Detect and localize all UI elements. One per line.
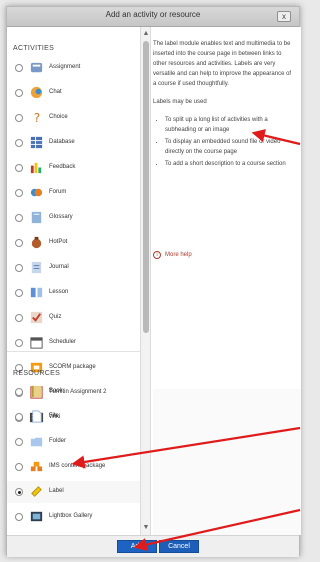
- module-list: ACTIVITIES Assignment Chat? Choice Database…: [7, 27, 141, 535]
- module-radio[interactable]: [15, 339, 23, 347]
- info-icon: i: [153, 251, 161, 259]
- journal-icon: [29, 260, 44, 275]
- section-resources-label: RESOURCES: [13, 370, 61, 377]
- description-use-item: To display an embedded sound file or vid…: [165, 137, 293, 157]
- module-label[interactable]: Label: [49, 488, 64, 494]
- module-radio[interactable]: [15, 64, 23, 72]
- module-list-scrollbar[interactable]: ▲ ▼: [141, 27, 151, 535]
- description-uses-list: To split up a long list of activities wi…: [153, 115, 293, 169]
- module-option-feedback[interactable]: Feedback: [7, 157, 140, 179]
- svg-text:?: ?: [34, 111, 40, 125]
- database-icon: [29, 135, 44, 150]
- module-label[interactable]: Choice: [49, 114, 68, 120]
- module-option-ims-content-package[interactable]: IMS content package: [7, 456, 140, 478]
- cancel-button[interactable]: Cancel: [159, 540, 199, 553]
- module-radio[interactable]: [15, 139, 23, 147]
- module-radio[interactable]: [15, 264, 23, 272]
- module-radio[interactable]: [15, 438, 23, 446]
- module-label[interactable]: File: [49, 413, 59, 419]
- module-label[interactable]: Folder: [49, 438, 66, 444]
- module-label[interactable]: HotPot: [49, 239, 67, 245]
- module-label[interactable]: Quiz: [49, 314, 61, 320]
- module-radio[interactable]: [15, 189, 23, 197]
- module-radio[interactable]: [15, 463, 23, 471]
- glossary-icon: [29, 210, 44, 225]
- module-label[interactable]: Forum: [49, 189, 66, 195]
- module-option-file[interactable]: File: [7, 406, 140, 428]
- module-option-folder[interactable]: Folder: [7, 431, 140, 453]
- module-label[interactable]: Assignment: [49, 64, 80, 70]
- module-radio[interactable]: [15, 214, 23, 222]
- module-option-label[interactable]: Label: [7, 481, 140, 503]
- module-radio[interactable]: [15, 164, 23, 172]
- dialog-title: Add an activity or resource: [105, 10, 201, 19]
- module-option-glossary[interactable]: Glossary: [7, 207, 140, 229]
- module-option-assignment[interactable]: Assignment: [7, 57, 140, 79]
- more-help-link[interactable]: i More help: [153, 251, 192, 259]
- description-use-item: To split up a long list of activities wi…: [165, 115, 293, 135]
- scroll-up-icon[interactable]: ▲: [141, 29, 151, 39]
- scheduler-icon: [29, 335, 44, 350]
- section-activities-label: ACTIVITIES: [13, 45, 55, 52]
- module-radio[interactable]: [15, 289, 23, 297]
- module-radio[interactable]: [15, 114, 23, 122]
- module-option-database[interactable]: Database: [7, 132, 140, 154]
- add-activity-dialog: Add an activity or resource x ACTIVITIES…: [6, 6, 301, 557]
- hotpot-icon: [29, 235, 44, 250]
- book-icon: [29, 384, 44, 399]
- module-option-book[interactable]: Book: [7, 381, 140, 403]
- more-help-label[interactable]: More help: [165, 252, 192, 258]
- feedback-icon: [29, 160, 44, 175]
- module-label[interactable]: IMS content package: [49, 463, 105, 469]
- module-label[interactable]: Feedback: [49, 164, 75, 170]
- module-option-lesson[interactable]: Lesson: [7, 282, 140, 304]
- module-option-chat[interactable]: Chat: [7, 82, 140, 104]
- module-radio[interactable]: [15, 513, 23, 521]
- module-label[interactable]: Database: [49, 139, 75, 145]
- module-label[interactable]: Journal: [49, 264, 69, 270]
- description-uses-heading: Labels may be used: [153, 99, 207, 105]
- module-option-choice[interactable]: ? Choice: [7, 107, 140, 129]
- chat-icon: [29, 85, 44, 100]
- lesson-icon: [29, 285, 44, 300]
- module-label[interactable]: Book: [49, 388, 63, 394]
- scroll-thumb[interactable]: [143, 41, 149, 333]
- module-label[interactable]: Lightbox Gallery: [49, 513, 92, 519]
- section-divider: [7, 351, 140, 352]
- module-radio[interactable]: [15, 89, 23, 97]
- module-option-lightbox-gallery[interactable]: Lightbox Gallery: [7, 506, 140, 528]
- file-icon: [29, 409, 44, 424]
- module-option-quiz[interactable]: Quiz: [7, 307, 140, 329]
- ims-icon: [29, 459, 44, 474]
- add-button[interactable]: Add: [117, 540, 157, 553]
- description-use-item: To add a short description to a course s…: [165, 159, 293, 169]
- description-empty-area: [153, 389, 301, 535]
- module-label[interactable]: Lesson: [49, 289, 68, 295]
- module-option-hotpot[interactable]: HotPot: [7, 232, 140, 254]
- module-option-forum[interactable]: Forum: [7, 182, 140, 204]
- label-icon: [29, 484, 44, 499]
- module-option-journal[interactable]: Journal: [7, 257, 140, 279]
- dialog-footer: Add Cancel: [7, 535, 299, 557]
- module-radio[interactable]: [15, 488, 23, 496]
- choice-icon: ?: [29, 110, 44, 125]
- module-radio[interactable]: [15, 314, 23, 322]
- dialog-titlebar: Add an activity or resource x: [7, 7, 299, 27]
- module-radio[interactable]: [15, 239, 23, 247]
- module-label[interactable]: Scheduler: [49, 339, 76, 345]
- module-radio[interactable]: [15, 413, 23, 421]
- module-label[interactable]: Glossary: [49, 214, 73, 220]
- forum-icon: [29, 185, 44, 200]
- close-button[interactable]: x: [277, 11, 291, 22]
- lightbox-icon: [29, 509, 44, 524]
- assignment-icon: [29, 60, 44, 75]
- description-intro: The label module enables text and multim…: [153, 41, 292, 87]
- module-radio[interactable]: [15, 388, 23, 396]
- quiz-icon: [29, 310, 44, 325]
- folder-icon: [29, 434, 44, 449]
- module-label[interactable]: Chat: [49, 89, 62, 95]
- scroll-down-icon[interactable]: ▼: [141, 523, 151, 533]
